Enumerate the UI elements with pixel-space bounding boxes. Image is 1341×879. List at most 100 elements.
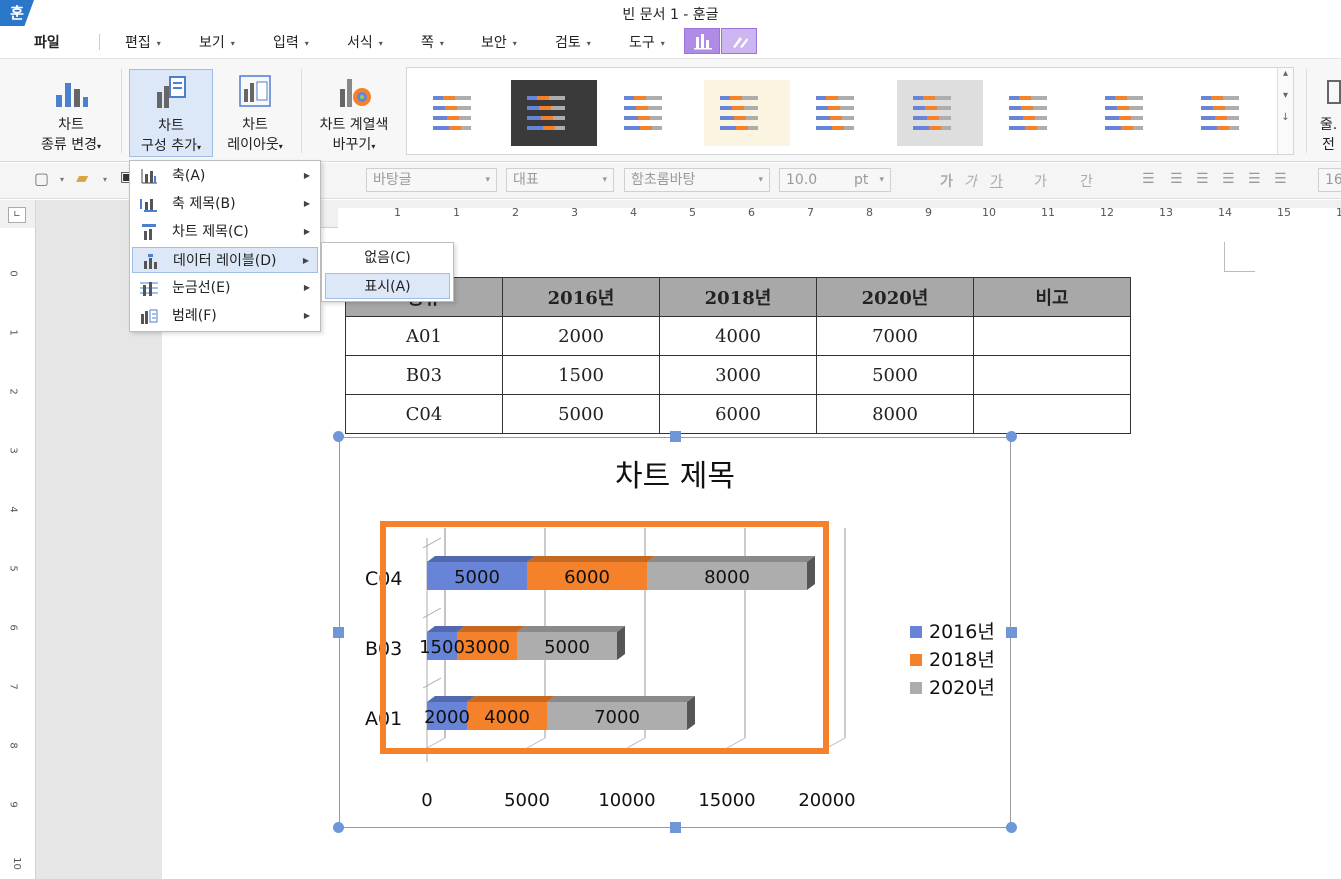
resize-handle-bottom[interactable] (670, 822, 681, 833)
resize-handle-bottom-right[interactable] (1006, 822, 1017, 833)
resize-handle-bottom-left[interactable] (333, 822, 344, 833)
thumb-bar (732, 106, 744, 110)
menu-item-axis-title[interactable]: 축 제목(B) ▶ (132, 191, 318, 217)
menu-item-legend[interactable]: 범례(F) ▶ (132, 303, 318, 329)
menu-edit[interactable]: 편집 ▾ (125, 32, 161, 52)
table-cell[interactable]: 1500 (502, 355, 660, 395)
chart-style-7[interactable] (993, 80, 1079, 146)
split-align-icon[interactable]: ☰ (1274, 171, 1287, 187)
table-cell[interactable]: B03 (345, 355, 503, 395)
line-spacing-field[interactable]: 16 (1318, 168, 1341, 192)
bold-button[interactable]: 가 (940, 171, 953, 191)
chart-series-color-button[interactable]: 차트 계열색 바꾸기▾ (310, 69, 398, 157)
table-header-cell[interactable]: 2018년 (659, 277, 817, 317)
table-cell[interactable]: 7000 (816, 316, 974, 356)
chart-tab-icon[interactable] (684, 28, 720, 54)
style-select[interactable]: 바탕글 ▾ (366, 168, 497, 192)
align-right-icon[interactable]: ☰ (1222, 171, 1235, 187)
chart-style-9[interactable] (1185, 80, 1271, 146)
vertical-ruler[interactable]: 0 1 2 3 4 5 6 7 8 9 10 (0, 228, 36, 879)
thumb-bar (748, 126, 758, 130)
menu-page[interactable]: 쪽 ▾ (421, 32, 444, 52)
menu-tools[interactable]: 도구 ▾ (629, 32, 665, 52)
tab-type-button[interactable]: ∟ (8, 207, 26, 223)
submenu-item-show[interactable]: 표시(A) (325, 273, 450, 299)
resize-handle-right[interactable] (1006, 627, 1017, 638)
menu-insert[interactable]: 입력 ▾ (273, 32, 309, 52)
thumb-bar (433, 126, 449, 130)
chart-style-8[interactable] (1089, 80, 1175, 146)
menu-item-gridlines[interactable]: 눈금선(E) ▶ (132, 275, 318, 301)
horizontal-ruler[interactable]: 1 1 2 3 4 5 6 7 8 9 10 11 12 13 14 15 16 (162, 200, 1341, 228)
chart-format-tab-icon[interactable] (721, 28, 757, 54)
chart-style-gallery[interactable]: ▴ ▾ ↓ (406, 67, 1294, 155)
chart-title: 차트 제목 (615, 459, 735, 494)
chart-style-5[interactable] (800, 80, 886, 146)
resize-handle-top[interactable] (670, 431, 681, 442)
table-cell[interactable] (973, 355, 1131, 395)
new-document-icon[interactable]: ▢ (34, 169, 49, 188)
chevron-down-icon[interactable]: ▾ (60, 175, 64, 184)
add-chart-element-button[interactable]: 차트 구성 추가▾ (129, 69, 213, 157)
thumb-bar (527, 116, 541, 120)
char-spacing-button[interactable]: 간 (1080, 171, 1093, 191)
thumb-bar (636, 106, 648, 110)
table-cell[interactable]: 2000 (502, 316, 660, 356)
table-cell[interactable]: A01 (345, 316, 503, 356)
table-cell[interactable]: 3000 (659, 355, 817, 395)
table-cell[interactable]: 5000 (502, 394, 660, 434)
x-tick-label: 20000 (798, 790, 855, 811)
chevron-down-icon[interactable]: ▾ (103, 175, 107, 184)
menu-format[interactable]: 서식 ▾ (347, 32, 383, 52)
thumb-bar (1119, 116, 1131, 120)
chart-style-1[interactable] (417, 80, 503, 146)
thumb-bar (1223, 96, 1239, 100)
align-left-icon[interactable]: ☰ (1170, 171, 1183, 187)
menu-item-chart-title[interactable]: 차트 제목(C) ▶ (132, 219, 318, 245)
menu-security[interactable]: 보안 ▾ (481, 32, 517, 52)
thumb-bar (720, 116, 734, 120)
chart-style-3[interactable] (608, 80, 694, 146)
italic-button[interactable]: 가 (964, 171, 977, 191)
table-header-cell[interactable]: 2016년 (502, 277, 660, 317)
table-header-cell[interactable]: 2020년 (816, 277, 974, 317)
chart-style-6[interactable] (897, 80, 983, 146)
menu-review[interactable]: 검토 ▾ (555, 32, 591, 52)
resize-handle-left[interactable] (333, 627, 344, 638)
submenu-item-none[interactable]: 없음(C) (325, 245, 450, 271)
font-select[interactable]: 함초롬바탕 ▾ (624, 168, 770, 192)
strikethrough-button[interactable]: 가 (1034, 171, 1047, 191)
language-select[interactable]: 대표 ▾ (506, 168, 614, 192)
partial-ribbon-button[interactable]: 줄. 전 (1316, 69, 1341, 157)
align-justify-icon[interactable]: ☰ (1142, 171, 1155, 187)
thumb-bar (1037, 126, 1047, 130)
chart-layout-button[interactable]: 차트 레이아웃▾ (220, 69, 290, 157)
gallery-scrollbar[interactable]: ▴ ▾ ↓ (1277, 68, 1293, 154)
table-cell[interactable]: 8000 (816, 394, 974, 434)
table-cell[interactable]: 4000 (659, 316, 817, 356)
data-table[interactable]: 종류 2016년 2018년 2020년 비고 A01 2000 4000 70… (345, 277, 1131, 434)
table-row: C04 5000 6000 8000 (345, 394, 1131, 434)
menu-item-axis[interactable]: 축(A) ▶ (132, 163, 318, 189)
resize-handle-top-left[interactable] (333, 431, 344, 442)
underline-button[interactable]: 가 (990, 171, 1003, 191)
open-folder-icon[interactable]: ▰ (76, 168, 88, 187)
table-cell[interactable]: 6000 (659, 394, 817, 434)
align-center-icon[interactable]: ☰ (1196, 171, 1209, 187)
thumb-bar (527, 96, 537, 100)
distribute-icon[interactable]: ☰ (1248, 171, 1261, 187)
chart-style-4[interactable] (704, 80, 790, 146)
bar-chart-icon (56, 83, 88, 107)
menu-item-data-labels[interactable]: 데이터 레이블(D) ▶ (132, 247, 318, 273)
menu-view[interactable]: 보기 ▾ (199, 32, 235, 52)
change-chart-type-button[interactable]: 차트 종류 변경▾ (34, 69, 108, 157)
table-cell[interactable] (973, 316, 1131, 356)
chart-style-2[interactable] (511, 80, 597, 146)
table-cell[interactable]: C04 (345, 394, 503, 434)
font-size-field[interactable]: 10.0 pt ▾ (779, 168, 891, 192)
menu-file[interactable]: 파일 (34, 32, 60, 52)
resize-handle-top-right[interactable] (1006, 431, 1017, 442)
table-cell[interactable] (973, 394, 1131, 434)
table-header-cell[interactable]: 비고 (973, 277, 1131, 317)
table-cell[interactable]: 5000 (816, 355, 974, 395)
